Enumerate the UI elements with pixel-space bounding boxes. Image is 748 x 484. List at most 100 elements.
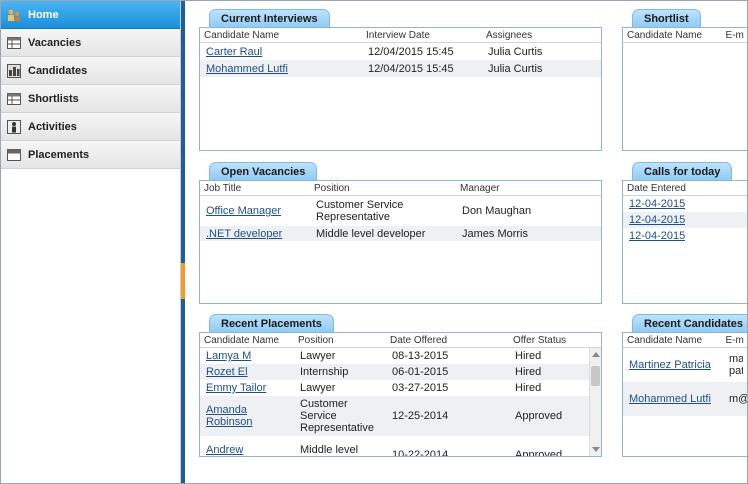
column-header: Assignees (486, 29, 533, 41)
column-header: E-m (725, 334, 744, 346)
app-frame: Home Vacancies Candidates Shortlists Act… (0, 0, 748, 484)
table-row[interactable]: Rozet El Internship 06-01-2015 Hired (200, 364, 601, 380)
grid-icon (7, 36, 21, 50)
column-header: Date Offered (390, 334, 448, 346)
table-row[interactable]: Carter Raul 12/04/2015 15:45 Julia Curti… (200, 43, 601, 60)
date-offered: 10-22-2014 (392, 449, 449, 457)
grid-icon (7, 92, 21, 106)
candidate-link[interactable]: Lamya M (206, 350, 251, 362)
table-row[interactable]: Andrew Middle level 10-22-2014 Approved (200, 436, 601, 457)
candidate-link[interactable]: Mohammed Lutfi (629, 393, 711, 405)
position: Customer Service Representative (316, 199, 404, 223)
position: Middle level developer (316, 227, 426, 240)
table-row[interactable]: Mohammed Lutfi 12/04/2015 15:45 Julia Cu… (200, 60, 601, 77)
candidate-email: m@ (729, 393, 748, 405)
panel-title: Shortlist (632, 9, 701, 28)
recent-placements-table: Candidate Name Position Date Offered Off… (199, 332, 602, 457)
column-header: Position (298, 334, 334, 346)
table-row[interactable]: Mohammed Lutfi m@ (623, 382, 748, 416)
table-header: Job Title Position Manager (200, 181, 601, 196)
table-header: Candidate Name Interview Date Assignees (200, 28, 601, 43)
column-header: Offer Status (513, 334, 567, 346)
date-offered: 12-25-2014 (392, 410, 449, 422)
manager: Don Maughan (462, 205, 532, 217)
column-header: Job Title (204, 182, 242, 194)
table-row[interactable]: Amanda Robinson Customer Service Represe… (200, 396, 601, 436)
candidate-link[interactable]: Emmy Tailor (206, 382, 266, 394)
vacancy-link[interactable]: .NET developer (206, 228, 282, 240)
candidate-link[interactable]: Martinez Patricia (629, 359, 711, 371)
interview-date: 12/04/2015 15:45 (368, 45, 454, 58)
sidebar-item-placements[interactable]: Placements (1, 141, 180, 169)
column-header: Candidate Name (204, 29, 280, 41)
table-header: Candidate Name E-m (623, 333, 747, 348)
panel-title: Current Interviews (209, 9, 330, 28)
candidate-link[interactable]: Rozet El (206, 366, 248, 378)
call-date-link[interactable]: 12-04-2015 (629, 214, 685, 226)
scroll-thumb[interactable] (591, 366, 600, 386)
offer-status: Approved (515, 410, 563, 422)
candidate-link[interactable]: Andrew (206, 444, 243, 456)
column-header: Position (314, 182, 350, 194)
column-header: Candidate Name (627, 29, 703, 41)
column-header: E-m (725, 29, 744, 41)
candidates-icon (7, 63, 21, 78)
sidebar-item-shortlists[interactable]: Shortlists (1, 85, 180, 113)
table-row[interactable]: 12-04-2015 (623, 228, 747, 244)
table-header: Candidate Name E-m (623, 28, 747, 43)
sidebar-divider[interactable] (181, 1, 185, 483)
shortlist-panel: Shortlist Candidate Name E-m (622, 9, 747, 151)
current-interviews-panel: Current Interviews Candidate Name Interv… (199, 9, 602, 151)
offer-status: Hired (515, 350, 542, 362)
offer-status: Hired (515, 382, 542, 394)
sidebar-item-home[interactable]: Home (1, 1, 180, 29)
sidebar-item-candidates[interactable]: Candidates (1, 57, 180, 85)
sidebar-item-label: Shortlists (28, 92, 79, 105)
position: Lawyer (300, 350, 336, 362)
table-row[interactable]: Office Manager Customer Service Represen… (200, 196, 601, 226)
date-offered: 08-13-2015 (392, 350, 449, 362)
sidebar-toggle-handle[interactable] (181, 263, 185, 299)
position: Middle level (300, 444, 359, 456)
table-header: Candidate Name Position Date Offered Off… (200, 333, 601, 348)
recent-placements-panel: Recent Placements Candidate Name Positio… (199, 314, 602, 457)
candidate-link[interactable]: Mohammed Lutfi (206, 63, 288, 75)
candidate-email: mar pat (729, 353, 743, 377)
panel-title: Recent Placements (209, 314, 334, 333)
vacancy-link[interactable]: Office Manager (206, 205, 281, 217)
position: Internship (300, 366, 349, 378)
offer-status: Hired (515, 366, 542, 378)
scroll-down-icon[interactable] (592, 447, 600, 452)
sidebar: Home Vacancies Candidates Shortlists Act… (1, 1, 181, 483)
call-date-link[interactable]: 12-04-2015 (629, 198, 685, 210)
sidebar-item-label: Placements (28, 148, 90, 161)
column-header: Interview Date (366, 29, 430, 41)
position: Customer Service Representative (300, 398, 374, 434)
assignee: Julia Curtis (488, 62, 543, 75)
manager: James Morris (462, 227, 529, 240)
sidebar-item-label: Activities (28, 120, 77, 133)
sidebar-item-activities[interactable]: Activities (1, 113, 180, 141)
table-row[interactable]: 12-04-2015 (623, 212, 747, 228)
table-row[interactable]: Lamya M Lawyer 08-13-2015 Hired (200, 348, 601, 364)
sidebar-item-vacancies[interactable]: Vacancies (1, 29, 180, 57)
table-row[interactable]: Martinez Patricia mar pat (623, 348, 747, 382)
panel-title: Calls for today (632, 162, 733, 181)
recent-candidates-table: Candidate Name E-m Martinez Patricia mar… (622, 332, 748, 457)
table-row[interactable]: .NET developer Middle level developer Ja… (200, 226, 601, 241)
date-offered: 06-01-2015 (392, 366, 449, 378)
open-vacancies-table: Job Title Position Manager Office Manage… (199, 180, 602, 304)
scrollbar[interactable] (589, 348, 601, 456)
offer-status: Approved (515, 449, 563, 457)
table-row[interactable]: Emmy Tailor Lawyer 03-27-2015 Hired (200, 380, 601, 396)
shortlist-table: Candidate Name E-m (622, 27, 747, 151)
table-row[interactable]: 12-04-2015 (623, 196, 747, 212)
column-header: Candidate Name (204, 334, 280, 346)
scroll-up-icon[interactable] (592, 352, 600, 357)
panel-title: Recent Candidates (632, 314, 747, 333)
candidate-link[interactable]: Carter Raul (206, 46, 262, 58)
candidate-link[interactable]: Amanda Robinson (206, 404, 252, 428)
current-interviews-table: Candidate Name Interview Date Assignees … (199, 27, 602, 151)
call-date-link[interactable]: 12-04-2015 (629, 230, 685, 242)
column-header: Manager (460, 182, 500, 194)
